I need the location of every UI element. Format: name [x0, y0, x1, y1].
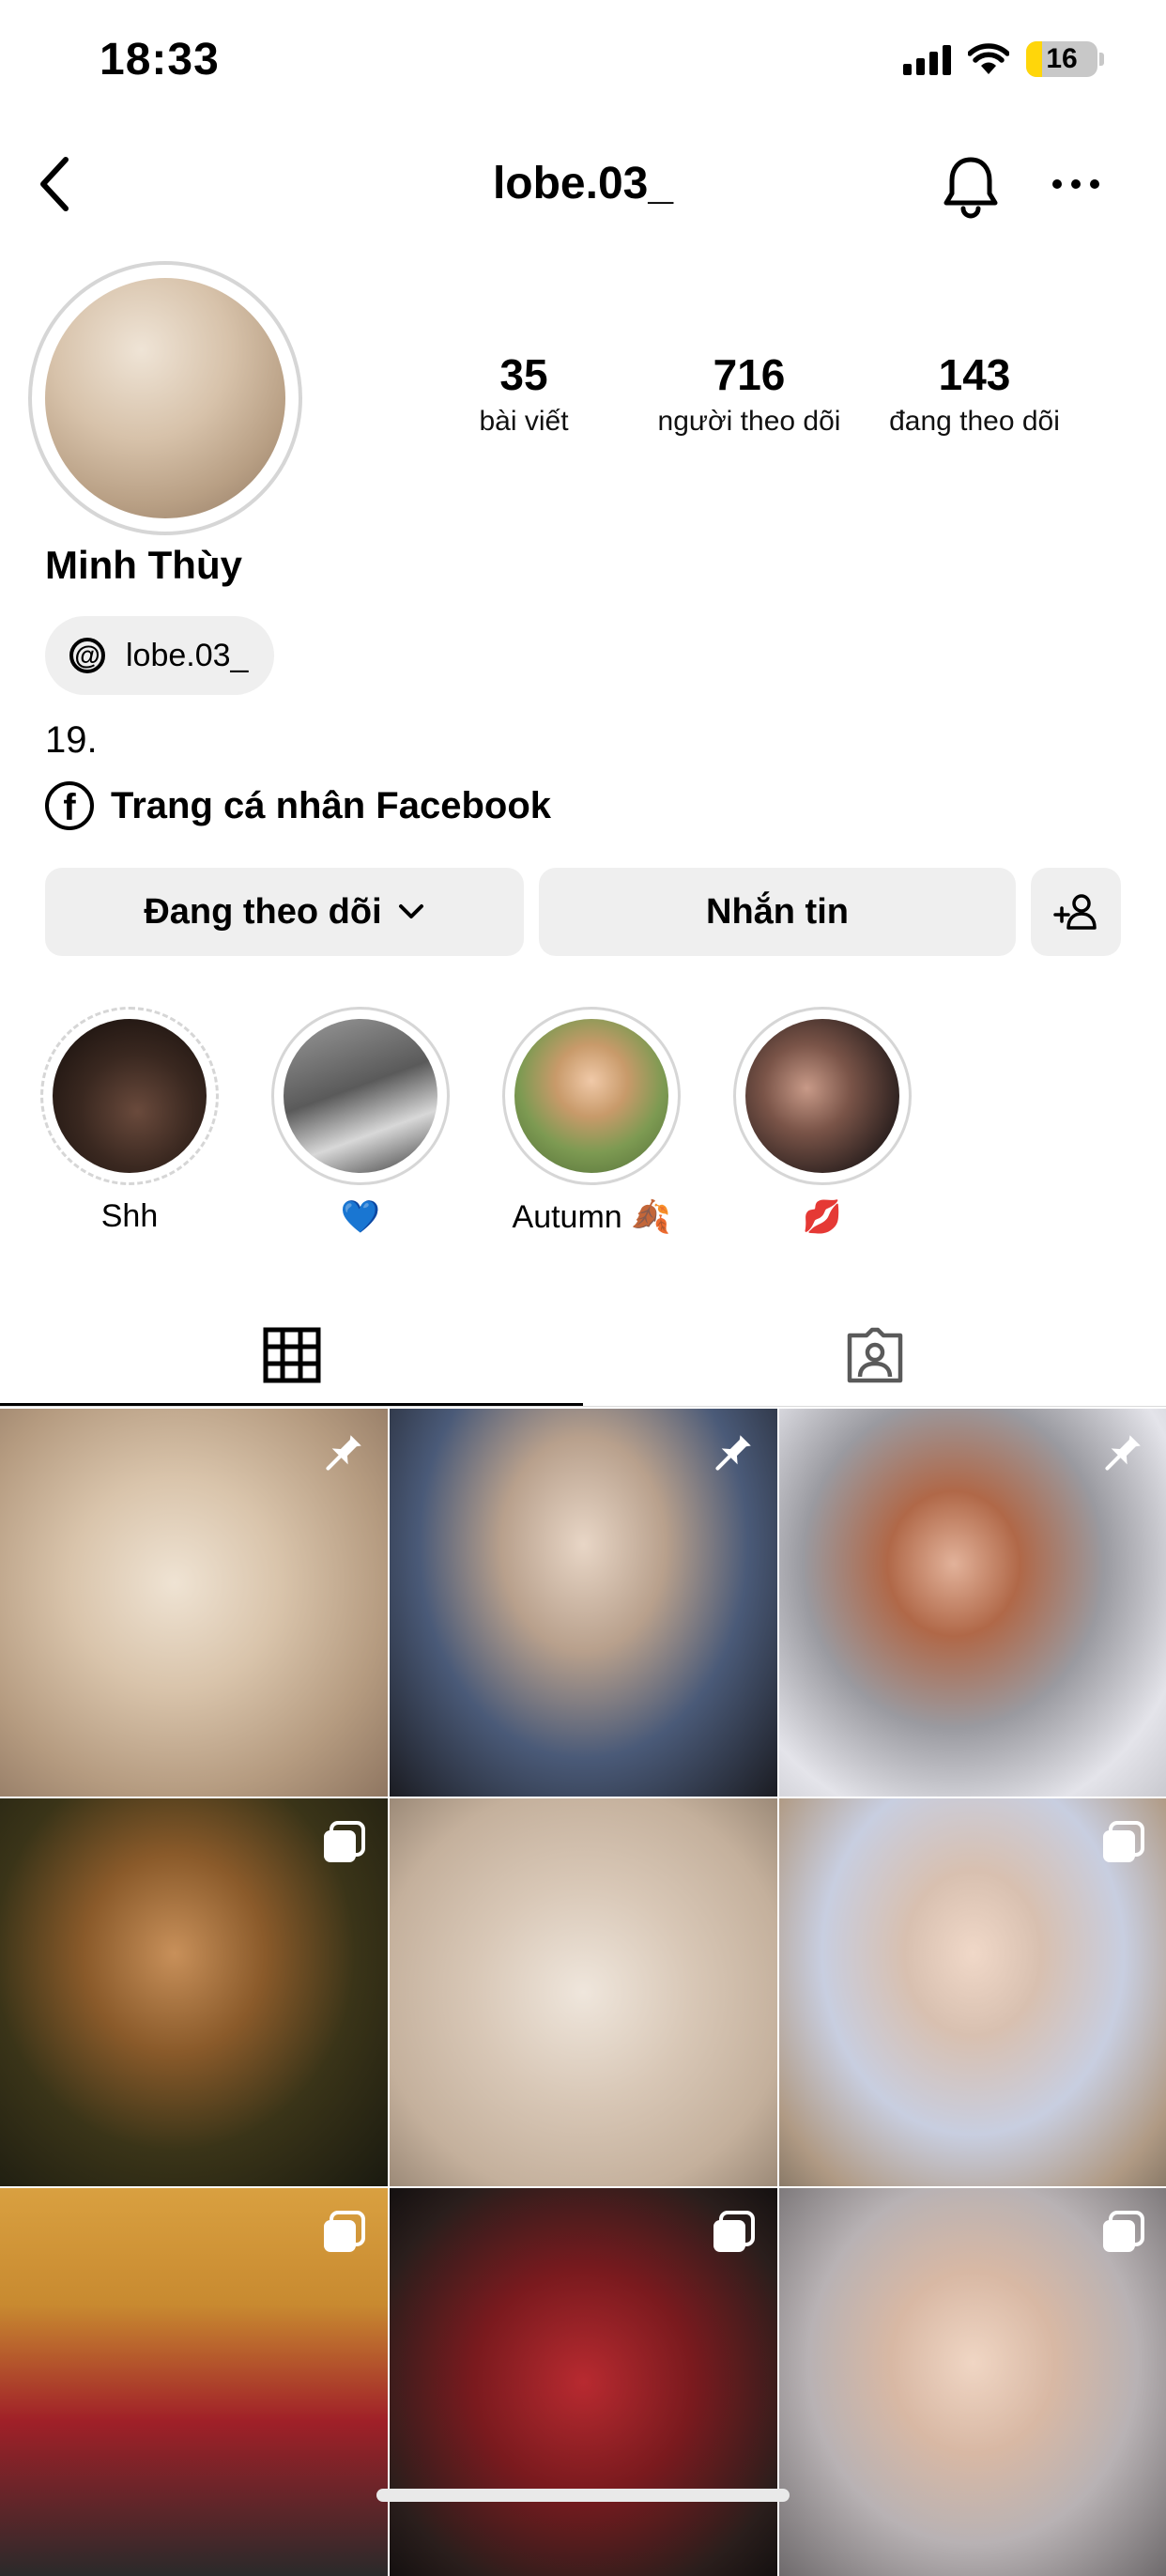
carousel-icon: [1103, 2211, 1144, 2252]
post-tile[interactable]: [779, 1798, 1166, 2186]
post-tile[interactable]: [0, 1798, 388, 2186]
status-time: 18:33: [100, 35, 220, 85]
add-person-icon: [1053, 894, 1097, 930]
tab-posts-grid[interactable]: [0, 1303, 583, 1407]
tagged-person-icon: [847, 1327, 902, 1383]
message-button-label: Nhắn tin: [706, 891, 849, 932]
followers-count: 716: [713, 350, 786, 399]
following-button-label: Đang theo dõi: [144, 891, 382, 932]
highlight-label: 💋: [802, 1199, 843, 1235]
stat-following[interactable]: 143 đang theo dõi: [862, 349, 1087, 438]
threads-handle: lobe.03_: [126, 637, 249, 673]
battery-level: 16: [1046, 43, 1078, 74]
post-tile[interactable]: [0, 2188, 388, 2576]
facebook-icon: f: [45, 781, 94, 830]
carousel-icon: [324, 2211, 365, 2252]
highlight-label: 💙: [340, 1199, 381, 1235]
followers-label: người theo dõi: [657, 406, 841, 437]
carousel-icon: [324, 1821, 365, 1862]
battery-icon: 16: [1026, 41, 1097, 77]
carousel-icon: [1103, 1821, 1144, 1862]
pin-icon: [1105, 1435, 1141, 1471]
pin-icon: [715, 1435, 751, 1471]
highlight-cover: [284, 1019, 437, 1173]
posts-count: 35: [499, 350, 548, 399]
avatar-photo: [45, 278, 285, 518]
facebook-link-label: Trang cá nhân Facebook: [111, 784, 552, 826]
cellular-signal-icon: [903, 43, 951, 75]
more-options-icon[interactable]: [1050, 177, 1102, 192]
threads-icon: @: [69, 638, 105, 673]
post-tile[interactable]: [779, 1409, 1166, 1797]
posts-label: bài viết: [479, 406, 569, 437]
highlight-item[interactable]: Autumn 🍂: [499, 1007, 683, 1236]
following-label: đang theo dõi: [889, 406, 1060, 437]
posts-grid: [0, 1409, 1166, 2576]
tab-divider: [0, 1406, 1166, 1407]
highlight-cover: [514, 1019, 668, 1173]
highlight-item[interactable]: Shh: [38, 1007, 222, 1235]
post-tile[interactable]: [390, 1409, 777, 1797]
post-tile[interactable]: [390, 1798, 777, 2186]
post-tile[interactable]: [390, 2188, 777, 2576]
following-button[interactable]: Đang theo dõi: [45, 868, 524, 956]
stat-posts[interactable]: 35 bài viết: [411, 349, 637, 438]
bio-text: 19.: [45, 719, 98, 761]
grid-icon: [263, 1327, 320, 1383]
message-button[interactable]: Nhắn tin: [539, 868, 1016, 956]
status-icons: 16: [903, 41, 1104, 77]
profile-avatar[interactable]: [28, 261, 302, 535]
home-indicator[interactable]: [376, 2489, 790, 2502]
highlight-item[interactable]: 💙: [268, 1007, 453, 1236]
following-count: 143: [938, 350, 1011, 399]
display-name: Minh Thùy: [45, 543, 242, 587]
carousel-icon: [713, 2211, 755, 2252]
highlight-cover: [745, 1019, 899, 1173]
highlight-cover: [53, 1019, 207, 1173]
highlight-label: Autumn 🍂: [512, 1199, 671, 1235]
wifi-icon: [968, 43, 1009, 74]
highlight-label: Shh: [100, 1198, 159, 1234]
notification-bell-icon[interactable]: [941, 154, 1001, 220]
suggested-people-button[interactable]: [1031, 868, 1121, 956]
post-tile[interactable]: [779, 2188, 1166, 2576]
tab-tagged[interactable]: [583, 1303, 1166, 1407]
threads-link-chip[interactable]: @ lobe.03_: [45, 616, 275, 695]
facebook-profile-link[interactable]: f Trang cá nhân Facebook: [45, 781, 551, 830]
chevron-down-icon: [398, 904, 423, 918]
stat-followers[interactable]: 716 người theo dõi: [637, 349, 862, 438]
pin-icon: [326, 1435, 361, 1471]
post-tile[interactable]: [0, 1409, 388, 1797]
highlight-item[interactable]: 💋: [730, 1007, 914, 1236]
